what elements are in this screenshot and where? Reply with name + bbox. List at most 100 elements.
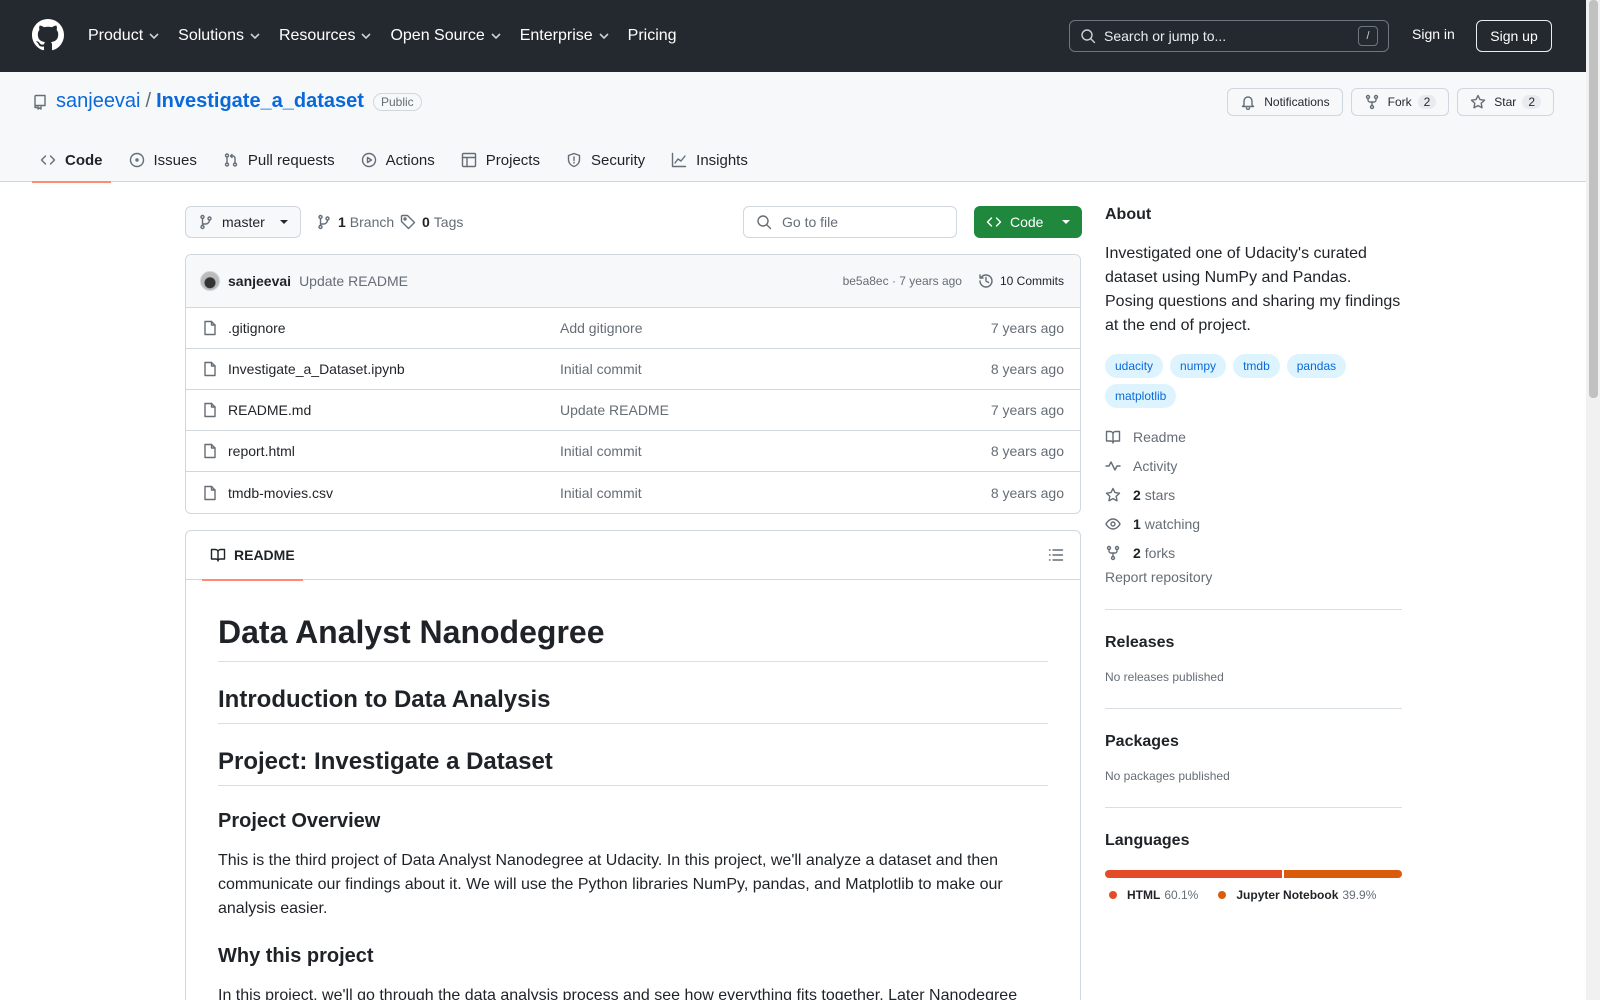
page-scrollbar[interactable] (1586, 0, 1600, 1000)
activity-link-label: Activity (1133, 457, 1178, 474)
search-placeholder: Search or jump to... (1104, 28, 1227, 44)
file-commit-message[interactable]: Initial commit (560, 485, 642, 501)
branch-selector[interactable]: master (185, 206, 301, 238)
file-navigation: master 1 Branch 0 Tags Go to file Code (185, 206, 1082, 238)
nav-solutions[interactable]: Solutions (178, 27, 261, 45)
tab-insights-label: Insights (696, 151, 748, 169)
watching-label: watching (1144, 515, 1201, 532)
language-item[interactable]: HTML 60.1% (1109, 888, 1198, 902)
file-row[interactable]: Investigate_a_Dataset.ipynb Initial comm… (186, 349, 1080, 390)
topic-tag[interactable]: udacity (1105, 354, 1164, 378)
star-button[interactable]: Star 2 (1457, 88, 1554, 116)
watching-count: 1 (1133, 515, 1141, 532)
repo-actions: Notifications Fork 2 Star 2 (1219, 88, 1554, 116)
search-input[interactable]: Search or jump to... / (1069, 20, 1389, 52)
file-commit-message[interactable]: Initial commit (560, 361, 642, 377)
repo-tabs: Code Issues Pull requests Actions Projec… (32, 138, 766, 183)
code-dropdown-button[interactable]: Code (974, 206, 1082, 238)
forks-link[interactable]: 2 forks (1105, 538, 1402, 567)
file-commit-message[interactable]: Add gitignore (560, 320, 643, 336)
fork-count: 2 (1417, 95, 1437, 109)
tab-pull-requests-label: Pull requests (247, 151, 335, 169)
commit-hash-time[interactable]: be5a8ec · 7 years ago (843, 274, 962, 288)
tab-issues[interactable]: Issues (121, 138, 205, 182)
file-name[interactable]: tmdb-movies.csv (228, 485, 560, 501)
file-row[interactable]: tmdb-movies.csv Initial commit 8 years a… (186, 472, 1080, 513)
readme-paragraph: In this project, we'll go through the da… (218, 987, 1018, 1000)
signin-link[interactable]: Sign in (1412, 26, 1455, 42)
history-icon (979, 274, 993, 288)
activity-link[interactable]: Activity (1105, 451, 1402, 480)
releases-empty-text: No releases published (1105, 670, 1224, 684)
github-logo-icon[interactable] (32, 19, 64, 51)
commit-author[interactable]: sanjeevai (228, 273, 291, 289)
readme-tab[interactable]: README (202, 531, 303, 581)
readme-heading-3: Project Overview (218, 810, 381, 832)
tab-code[interactable]: Code (32, 138, 111, 183)
file-name[interactable]: report.html (228, 443, 560, 459)
report-repository-link[interactable]: Report repository (1105, 569, 1402, 585)
pull-request-icon (224, 153, 238, 167)
topic-tag[interactable]: tmdb (1233, 354, 1280, 378)
avatar[interactable] (200, 271, 220, 291)
star-count: 2 (1522, 95, 1541, 109)
topic-tag[interactable]: matplotlib (1105, 384, 1177, 408)
scrollbar-thumb[interactable] (1589, 0, 1598, 398)
tab-insights[interactable]: Insights (663, 138, 756, 182)
language-bar (1105, 870, 1402, 878)
language-item[interactable]: Jupyter Notebook 39.9% (1218, 888, 1376, 902)
nav-enterprise[interactable]: Enterprise (520, 27, 610, 45)
nav-resources[interactable]: Resources (279, 27, 372, 45)
file-name[interactable]: Investigate_a_Dataset.ipynb (228, 361, 560, 377)
commits-link[interactable]: 10 Commits (978, 273, 1064, 289)
file-name[interactable]: .gitignore (228, 320, 560, 336)
tab-issues-label: Issues (153, 151, 197, 169)
tab-pull-requests[interactable]: Pull requests (215, 138, 343, 182)
language-color-dot (1109, 891, 1117, 899)
file-time: 8 years ago (990, 443, 1064, 459)
repo-owner-link[interactable]: sanjeevai (56, 90, 141, 113)
file-row[interactable]: report.html Initial commit 8 years ago (186, 431, 1080, 472)
readme-link[interactable]: Readme (1105, 422, 1402, 451)
branches-link[interactable]: 1 Branch (316, 214, 394, 230)
languages-section: Languages HTML 60.1% Jupyter Notebook 39… (1105, 807, 1402, 902)
file-time: 7 years ago (990, 402, 1064, 418)
file-row[interactable]: README.md Update README 7 years ago (186, 390, 1080, 431)
tab-actions[interactable]: Actions (353, 138, 443, 182)
list-icon[interactable] (1048, 547, 1064, 563)
fork-button[interactable]: Fork 2 (1350, 88, 1450, 116)
notifications-button[interactable]: Notifications (1227, 88, 1343, 116)
chevron-down-icon (361, 33, 372, 40)
file-name[interactable]: README.md (228, 402, 560, 418)
issue-icon (129, 152, 144, 168)
releases-title[interactable]: Releases (1105, 634, 1402, 652)
tab-projects-label: Projects (485, 151, 540, 169)
tab-actions-label: Actions (385, 151, 435, 169)
watching-link[interactable]: 1 watching (1105, 509, 1402, 538)
eye-icon (1105, 517, 1121, 530)
repo-name-link[interactable]: Investigate_a_dataset (156, 90, 364, 113)
packages-title[interactable]: Packages (1105, 733, 1402, 751)
topic-tag[interactable]: pandas (1286, 354, 1347, 378)
tab-projects[interactable]: Projects (453, 138, 548, 182)
topic-tag[interactable]: numpy (1170, 354, 1227, 378)
tag-icon (400, 214, 416, 230)
chevron-down-icon (491, 33, 501, 40)
commit-message[interactable]: Update README (299, 273, 408, 289)
repo-sidebar: About Investigated one of Udacity's cura… (1105, 206, 1402, 902)
tab-security[interactable]: Security (558, 138, 653, 182)
tags-link[interactable]: 0 Tags (400, 214, 463, 230)
branch-label: Branch (349, 214, 395, 230)
header-nav: Product Solutions Resources Open Source … (88, 0, 695, 72)
nav-product[interactable]: Product (88, 27, 160, 45)
nav-open-source[interactable]: Open Source (390, 27, 501, 45)
file-commit-message[interactable]: Initial commit (560, 443, 642, 459)
file-row[interactable]: .gitignore Add gitignore 7 years ago (186, 308, 1080, 349)
signup-button[interactable]: Sign up (1476, 20, 1552, 52)
file-icon (204, 361, 216, 377)
file-commit-message[interactable]: Update README (560, 402, 669, 418)
star-label: Star (1494, 95, 1517, 109)
nav-pricing[interactable]: Pricing (628, 27, 677, 45)
stars-link[interactable]: 2 stars (1105, 480, 1402, 509)
go-to-file-input[interactable]: Go to file (743, 206, 957, 238)
